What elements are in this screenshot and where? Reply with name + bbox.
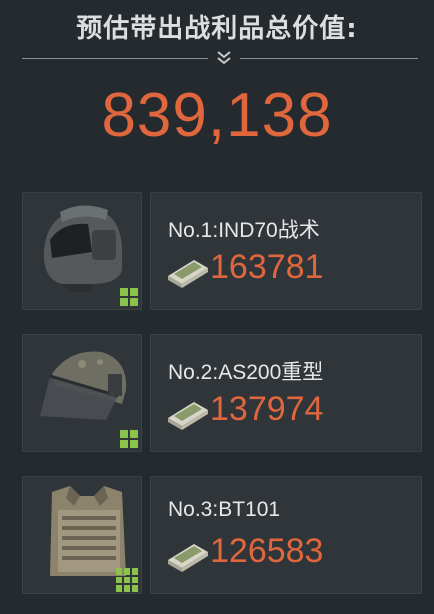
item-value: 126583 [210,532,324,570]
item-card: No.1:IND70战术 163781 [150,192,422,310]
item-card: No.2:AS200重型 137974 [150,334,422,452]
list-item[interactable]: No.2:AS200重型 137974 [22,334,422,452]
grid-size-icon [120,430,138,448]
item-thumbnail [22,334,142,452]
grid-size-icon [116,568,140,592]
item-thumbnail [22,476,142,594]
item-name: No.3:BT101 [168,498,281,521]
grid-size-icon [120,288,138,306]
list-item[interactable]: No.3:BT101 126583 [22,476,422,594]
total-value: 839,138 [101,81,333,150]
cash-stack-icon [168,544,208,572]
cash-stack-icon [168,402,208,430]
divider-right [240,58,418,59]
item-name: No.2:AS200重型 [168,361,324,384]
item-value: 163781 [210,248,324,286]
chevron-double-down-icon [217,51,231,65]
item-card: No.3:BT101 126583 [150,476,422,594]
item-value: 137974 [210,390,324,428]
page-title: 预估带出战利品总价值: [76,14,358,44]
divider-left [22,58,208,59]
list-item[interactable]: No.1:IND70战术 163781 [22,192,422,310]
cash-stack-icon [168,260,208,288]
item-name: No.1:IND70战术 [168,219,320,242]
item-thumbnail [22,192,142,310]
